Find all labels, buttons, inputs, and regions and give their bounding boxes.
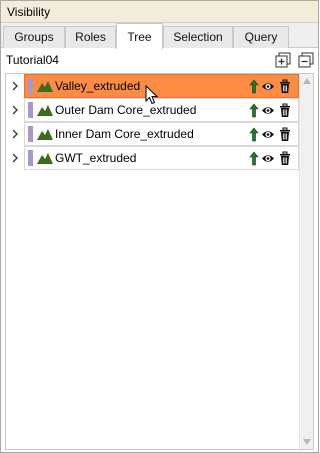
color-swatch bbox=[28, 126, 33, 142]
tree-row[interactable]: GWT_extruded bbox=[6, 146, 300, 170]
expand-all-icon[interactable] bbox=[275, 52, 291, 68]
mouse-cursor-icon bbox=[145, 85, 159, 105]
trash-icon[interactable] bbox=[278, 103, 292, 118]
trash-icon[interactable] bbox=[278, 79, 292, 94]
tree-item-box[interactable]: Outer Dam Core_extruded bbox=[24, 98, 299, 122]
panel-title: Visibility bbox=[1, 1, 318, 23]
color-swatch bbox=[28, 102, 33, 118]
trash-icon[interactable] bbox=[278, 127, 292, 142]
tree-item-label: Inner Dam Core_extruded bbox=[55, 127, 194, 141]
chevron-right-icon[interactable] bbox=[10, 104, 20, 116]
eye-icon[interactable] bbox=[261, 151, 275, 166]
color-swatch bbox=[28, 150, 33, 166]
tab-query[interactable]: Query bbox=[233, 26, 289, 48]
scroll-up-icon[interactable] bbox=[303, 78, 311, 84]
scroll-down-icon[interactable] bbox=[303, 439, 311, 445]
tab-tree[interactable]: Tree bbox=[116, 23, 163, 49]
eye-icon[interactable] bbox=[261, 103, 275, 118]
trash-icon[interactable] bbox=[278, 151, 292, 166]
terrain-icon bbox=[37, 129, 53, 140]
color-swatch bbox=[28, 78, 33, 94]
tree-item-label: Outer Dam Core_extruded bbox=[55, 103, 197, 117]
tree-item-label: Valley_extruded bbox=[55, 79, 141, 93]
terrain-icon bbox=[37, 81, 53, 92]
arrow-up-icon[interactable] bbox=[247, 151, 261, 166]
tab-selection[interactable]: Selection bbox=[163, 26, 233, 48]
arrow-up-icon[interactable] bbox=[247, 79, 261, 94]
chevron-right-icon[interactable] bbox=[10, 80, 20, 92]
tree-toolbar: Tutorial04 bbox=[1, 49, 318, 73]
chevron-right-icon[interactable] bbox=[10, 152, 20, 164]
collapse-all-icon[interactable] bbox=[298, 52, 314, 68]
layer-tree: Valley_extruded Outer Dam Core_extruded … bbox=[5, 73, 314, 450]
tab-groups[interactable]: Groups bbox=[3, 26, 65, 48]
chevron-right-icon[interactable] bbox=[10, 128, 20, 140]
tab-bar: Groups Roles Tree Selection Query bbox=[1, 23, 318, 49]
terrain-icon bbox=[37, 153, 53, 164]
vertical-scrollbar[interactable] bbox=[299, 74, 313, 449]
tree-row[interactable]: Inner Dam Core_extruded bbox=[6, 122, 300, 146]
tree-item-box[interactable]: Valley_extruded bbox=[24, 74, 299, 98]
project-name: Tutorial04 bbox=[6, 53, 59, 67]
arrow-up-icon[interactable] bbox=[247, 103, 261, 118]
tab-roles[interactable]: Roles bbox=[65, 26, 116, 48]
eye-icon[interactable] bbox=[261, 127, 275, 142]
tree-item-box[interactable]: Inner Dam Core_extruded bbox=[24, 122, 299, 146]
arrow-up-icon[interactable] bbox=[247, 127, 261, 142]
terrain-icon bbox=[37, 105, 53, 116]
eye-icon[interactable] bbox=[261, 79, 275, 94]
visibility-panel: Visibility Groups Roles Tree Selection Q… bbox=[0, 0, 319, 453]
tree-item-box[interactable]: GWT_extruded bbox=[24, 146, 299, 170]
tree-item-label: GWT_extruded bbox=[55, 151, 137, 165]
